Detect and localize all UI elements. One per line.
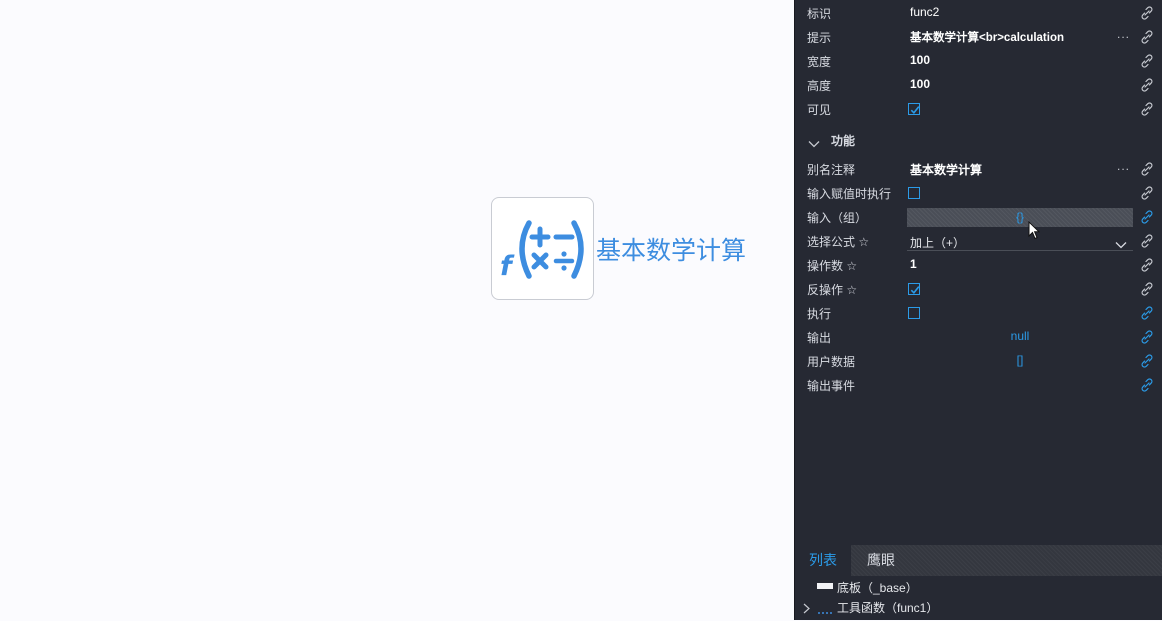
prop-row-inputs: 输入（组） {} xyxy=(795,205,1162,229)
design-canvas[interactable]: f 基本数学计算 xyxy=(0,0,794,620)
section-function[interactable]: 功能 xyxy=(795,127,1162,151)
function-icon xyxy=(817,603,833,614)
link-icon[interactable] xyxy=(1140,6,1154,20)
formula-selected-value: 加上（+） xyxy=(910,236,966,250)
prop-label: 标识 xyxy=(807,7,832,21)
check-icon xyxy=(910,286,920,295)
prop-label: 输入赋值时执行 xyxy=(807,187,892,201)
execute-checkbox[interactable] xyxy=(908,307,920,319)
prop-label: 宽度 xyxy=(807,55,832,69)
tab-eagle-eye[interactable]: 鹰眼 xyxy=(853,545,909,576)
more-button[interactable]: ... xyxy=(1117,159,1130,173)
bottom-tabs: 列表 鹰眼 xyxy=(795,545,1162,576)
prop-row-alias: 别名注释 基本数学计算 ... xyxy=(795,157,1162,181)
prop-row-width: 宽度 100 xyxy=(795,49,1162,73)
prop-row-outevent: 输出事件 xyxy=(795,373,1162,397)
prop-value-height[interactable]: 100 xyxy=(910,77,930,91)
panel-icon xyxy=(817,583,833,589)
link-icon[interactable] xyxy=(1140,162,1154,176)
prop-label: 提示 xyxy=(807,31,832,45)
prop-row-reverse: 反操作 ☆ xyxy=(795,277,1162,301)
svg-text:f: f xyxy=(500,251,515,282)
link-icon[interactable] xyxy=(1140,102,1154,116)
inputs-value: {} xyxy=(1015,210,1024,224)
tree-item-label: 底板（_base） xyxy=(837,581,918,595)
prop-label: 执行 xyxy=(807,307,832,321)
prop-row-id: 标识 func2 xyxy=(795,1,1162,25)
visible-checkbox[interactable] xyxy=(908,103,920,115)
prop-label: 可见 xyxy=(807,103,832,117)
more-button[interactable]: ... xyxy=(1117,27,1130,41)
link-icon[interactable] xyxy=(1140,210,1154,224)
prop-value-alias[interactable]: 基本数学计算 xyxy=(910,161,982,178)
link-icon[interactable] xyxy=(1140,234,1154,248)
chevron-down-icon xyxy=(808,135,820,153)
link-icon[interactable] xyxy=(1140,186,1154,200)
property-panel: 标识 func2 提示 基本数学计算<br>calculation ... 宽度… xyxy=(794,0,1162,620)
tree-item-base[interactable]: 底板（_base） xyxy=(795,576,1162,596)
tree-item-func1[interactable]: 工具函数（func1） xyxy=(795,596,1162,616)
userdata-value: [] xyxy=(1016,353,1024,367)
prop-label: 输出事件 xyxy=(807,379,856,393)
math-function-icon: f xyxy=(500,220,584,282)
link-icon[interactable] xyxy=(1140,78,1154,92)
prop-label: 输入（组） xyxy=(807,211,868,225)
prop-row-tip: 提示 基本数学计算<br>calculation ... xyxy=(795,25,1162,49)
prop-row-operands: 操作数 ☆ 1 xyxy=(795,253,1162,277)
prop-value-tip[interactable]: 基本数学计算<br>calculation xyxy=(910,29,1064,45)
prop-row-userdata: 用户数据 [] xyxy=(795,349,1162,373)
prop-label: 操作数 ☆ xyxy=(807,259,858,273)
link-icon[interactable] xyxy=(1140,306,1154,320)
math-function-node[interactable]: f xyxy=(491,197,594,300)
check-icon xyxy=(910,106,920,115)
chevron-right-icon[interactable] xyxy=(803,601,810,619)
mouse-cursor-icon xyxy=(1028,220,1041,245)
link-icon[interactable] xyxy=(1140,258,1154,272)
formula-select[interactable]: 加上（+） xyxy=(907,231,1133,251)
prop-value-id[interactable]: func2 xyxy=(910,5,939,19)
prop-label: 用户数据 xyxy=(807,355,856,369)
link-icon[interactable] xyxy=(1140,378,1154,392)
prop-row-output: 输出 null xyxy=(795,325,1162,349)
output-value: null xyxy=(1010,329,1030,343)
section-title: 功能 xyxy=(831,134,856,148)
prop-label: 别名注释 xyxy=(807,163,856,177)
link-icon[interactable] xyxy=(1140,54,1154,68)
prop-row-formula: 选择公式 ☆ 加上（+） xyxy=(795,229,1162,253)
prop-value-width[interactable]: 100 xyxy=(910,53,930,67)
tree-item-label: 工具函数（func1） xyxy=(837,601,939,615)
link-icon[interactable] xyxy=(1140,282,1154,296)
prop-row-exec-on-input: 输入赋值时执行 xyxy=(795,181,1162,205)
prop-label: 选择公式 ☆ xyxy=(807,235,870,249)
link-icon[interactable] xyxy=(1140,30,1154,44)
prop-row-visible: 可见 xyxy=(795,97,1162,121)
prop-label: 高度 xyxy=(807,79,832,93)
inputs-field[interactable]: {} xyxy=(907,208,1133,227)
prop-label: 输出 xyxy=(807,331,832,345)
prop-row-execute: 执行 xyxy=(795,301,1162,325)
exec-on-input-checkbox[interactable] xyxy=(908,187,920,199)
prop-value-operands[interactable]: 1 xyxy=(910,257,917,271)
prop-row-height: 高度 100 xyxy=(795,73,1162,97)
prop-label: 反操作 ☆ xyxy=(807,283,858,297)
chevron-down-icon xyxy=(1115,236,1127,254)
node-label: 基本数学计算 xyxy=(596,237,747,265)
link-icon[interactable] xyxy=(1140,354,1154,368)
link-icon[interactable] xyxy=(1140,330,1154,344)
reverse-checkbox[interactable] xyxy=(908,283,920,295)
tab-list[interactable]: 列表 xyxy=(795,545,851,576)
